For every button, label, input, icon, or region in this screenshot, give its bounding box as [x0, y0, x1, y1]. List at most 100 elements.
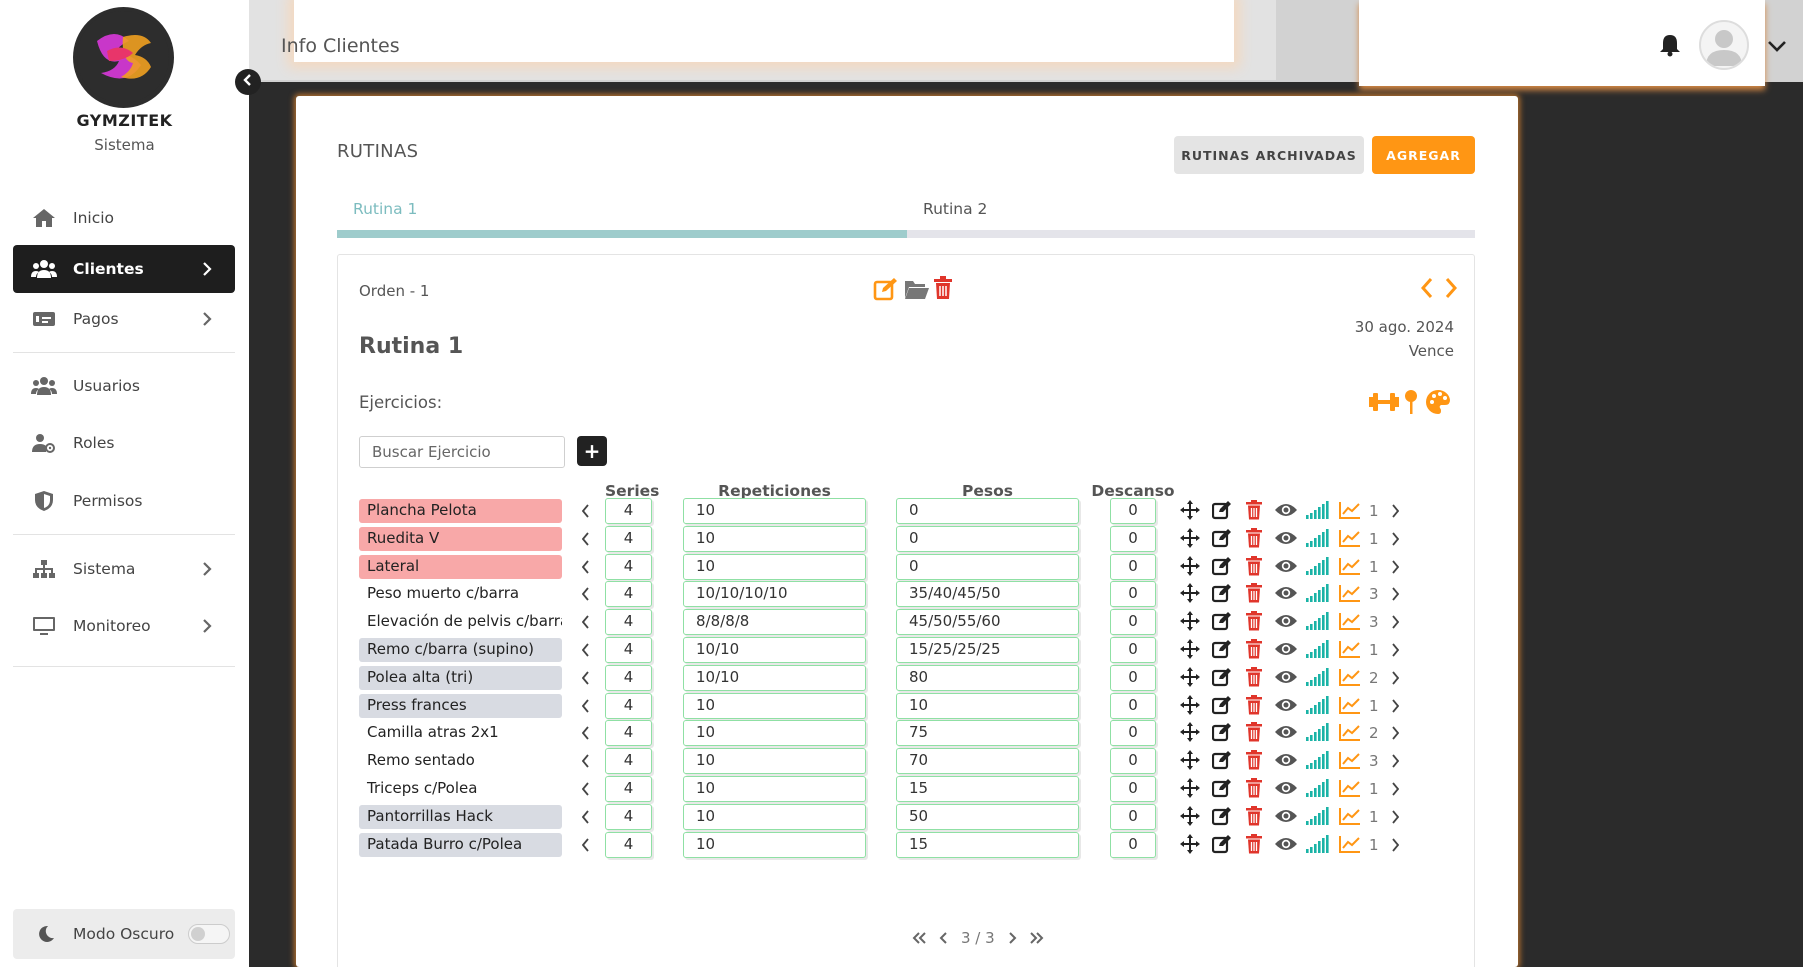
chevron-right-icon[interactable] — [1391, 532, 1400, 550]
reps-field[interactable]: 10/10/10/10 — [683, 581, 866, 608]
palette-icon[interactable] — [1425, 389, 1451, 419]
series-field[interactable]: 4 — [605, 553, 652, 580]
series-field[interactable]: 4 — [605, 637, 652, 663]
reps-field[interactable]: 10 — [683, 720, 866, 747]
edit-icon[interactable] — [1206, 834, 1238, 854]
reps-field[interactable]: 10/10 — [683, 664, 866, 691]
line-chart-icon[interactable] — [1334, 696, 1366, 714]
move-icon[interactable] — [1174, 750, 1206, 771]
sidebar-item-permisos[interactable]: Permisos — [13, 477, 235, 525]
signal-icon[interactable] — [1302, 695, 1334, 714]
exercise-name[interactable]: Patada Burro c/Polea — [359, 832, 562, 857]
chevron-right-icon[interactable] — [1391, 838, 1400, 856]
move-icon[interactable] — [1174, 833, 1206, 854]
signal-icon[interactable] — [1302, 556, 1334, 575]
line-chart-icon[interactable] — [1334, 668, 1366, 686]
collapse-sidebar-button[interactable] — [235, 69, 261, 95]
chevron-right-icon[interactable] — [1391, 754, 1400, 772]
chevron-right-icon[interactable] — [1391, 560, 1400, 578]
signal-icon[interactable] — [1302, 667, 1334, 686]
pesos-field[interactable]: 15 — [896, 831, 1079, 858]
chevron-left-icon[interactable] — [1420, 277, 1434, 303]
descanso-field[interactable]: 0 — [1110, 498, 1156, 524]
chevron-right-icon[interactable] — [1391, 671, 1400, 689]
pesos-field[interactable]: 45/50/55/60 — [896, 609, 1079, 636]
edit-icon[interactable] — [1206, 806, 1238, 826]
descanso-field[interactable]: 0 — [1110, 609, 1156, 636]
reps-field[interactable]: 10/10 — [683, 637, 866, 663]
map-pin-icon[interactable] — [1404, 389, 1418, 419]
eye-icon[interactable] — [1270, 752, 1302, 768]
edit-icon[interactable] — [1206, 611, 1238, 631]
move-icon[interactable] — [1174, 500, 1206, 520]
chevron-left-icon[interactable] — [581, 643, 590, 661]
search-exercise-input[interactable] — [359, 436, 565, 468]
exercise-name[interactable]: Remo c/barra (supino) — [359, 638, 562, 662]
trash-icon[interactable] — [1238, 527, 1270, 548]
chevron-right-icon[interactable] — [1391, 782, 1400, 800]
reps-field[interactable]: 10 — [683, 831, 866, 858]
series-field[interactable]: 4 — [605, 664, 652, 691]
series-field[interactable]: 4 — [605, 525, 652, 552]
reps-field[interactable]: 8/8/8/8 — [683, 609, 866, 636]
move-icon[interactable] — [1174, 666, 1206, 687]
series-field[interactable]: 4 — [605, 692, 652, 719]
line-chart-icon[interactable] — [1334, 640, 1366, 658]
chevron-left-icon[interactable] — [581, 810, 590, 828]
eye-icon[interactable] — [1270, 669, 1302, 685]
add-routine-button[interactable]: AGREGAR — [1372, 136, 1475, 174]
chevron-left-icon[interactable] — [581, 782, 590, 800]
edit-icon[interactable] — [1206, 778, 1238, 798]
series-field[interactable]: 4 — [605, 803, 652, 830]
pesos-field[interactable]: 80 — [896, 664, 1079, 691]
pesos-field[interactable]: 15/25/25/25 — [896, 637, 1079, 663]
pesos-field[interactable]: 0 — [896, 553, 1079, 580]
reps-field[interactable]: 10 — [683, 803, 866, 830]
exercise-name[interactable]: Plancha Pelota — [359, 499, 562, 523]
trash-icon[interactable] — [1238, 750, 1270, 770]
chevron-right-icon[interactable] — [1444, 277, 1458, 303]
signal-icon[interactable] — [1302, 640, 1334, 658]
pesos-field[interactable]: 0 — [896, 498, 1079, 524]
descanso-field[interactable]: 0 — [1110, 553, 1156, 580]
edit-icon[interactable] — [1206, 695, 1238, 715]
descanso-field[interactable]: 0 — [1110, 831, 1156, 858]
descanso-field[interactable]: 0 — [1110, 664, 1156, 691]
exercise-name[interactable]: Ruedita V — [359, 526, 562, 551]
signal-icon[interactable] — [1302, 723, 1334, 742]
first-page-icon[interactable] — [911, 931, 927, 945]
line-chart-icon[interactable] — [1334, 529, 1366, 547]
chevron-right-icon[interactable] — [1391, 643, 1400, 661]
trash-icon[interactable] — [933, 276, 953, 304]
eye-icon[interactable] — [1270, 558, 1302, 574]
chevron-left-icon[interactable] — [581, 560, 590, 578]
descanso-field[interactable]: 0 — [1110, 637, 1156, 663]
pesos-field[interactable]: 35/40/45/50 — [896, 581, 1079, 608]
edit-icon[interactable] — [1206, 528, 1238, 548]
series-field[interactable]: 4 — [605, 748, 652, 775]
signal-icon[interactable] — [1302, 751, 1334, 770]
move-icon[interactable] — [1174, 527, 1206, 548]
series-field[interactable]: 4 — [605, 581, 652, 608]
trash-icon[interactable] — [1238, 666, 1270, 687]
line-chart-icon[interactable] — [1334, 584, 1366, 603]
eye-icon[interactable] — [1270, 502, 1302, 518]
move-icon[interactable] — [1174, 805, 1206, 826]
signal-icon[interactable] — [1302, 528, 1334, 547]
edit-icon[interactable] — [1206, 667, 1238, 687]
series-field[interactable]: 4 — [605, 720, 652, 747]
move-icon[interactable] — [1174, 694, 1206, 715]
series-field[interactable]: 4 — [605, 831, 652, 858]
move-icon[interactable] — [1174, 555, 1206, 576]
exercise-name[interactable]: Polea alta (tri) — [359, 665, 562, 690]
descanso-field[interactable]: 0 — [1110, 748, 1156, 775]
add-exercise-button[interactable]: + — [577, 436, 607, 466]
line-chart-icon[interactable] — [1334, 751, 1366, 770]
eye-icon[interactable] — [1270, 641, 1302, 657]
trash-icon[interactable] — [1238, 722, 1270, 742]
edit-icon[interactable] — [1206, 556, 1238, 576]
sidebar-item-monitoreo[interactable]: Monitoreo — [13, 602, 235, 650]
reps-field[interactable]: 10 — [683, 692, 866, 719]
prev-page-icon[interactable] — [939, 931, 949, 945]
next-page-icon[interactable] — [1007, 931, 1017, 945]
